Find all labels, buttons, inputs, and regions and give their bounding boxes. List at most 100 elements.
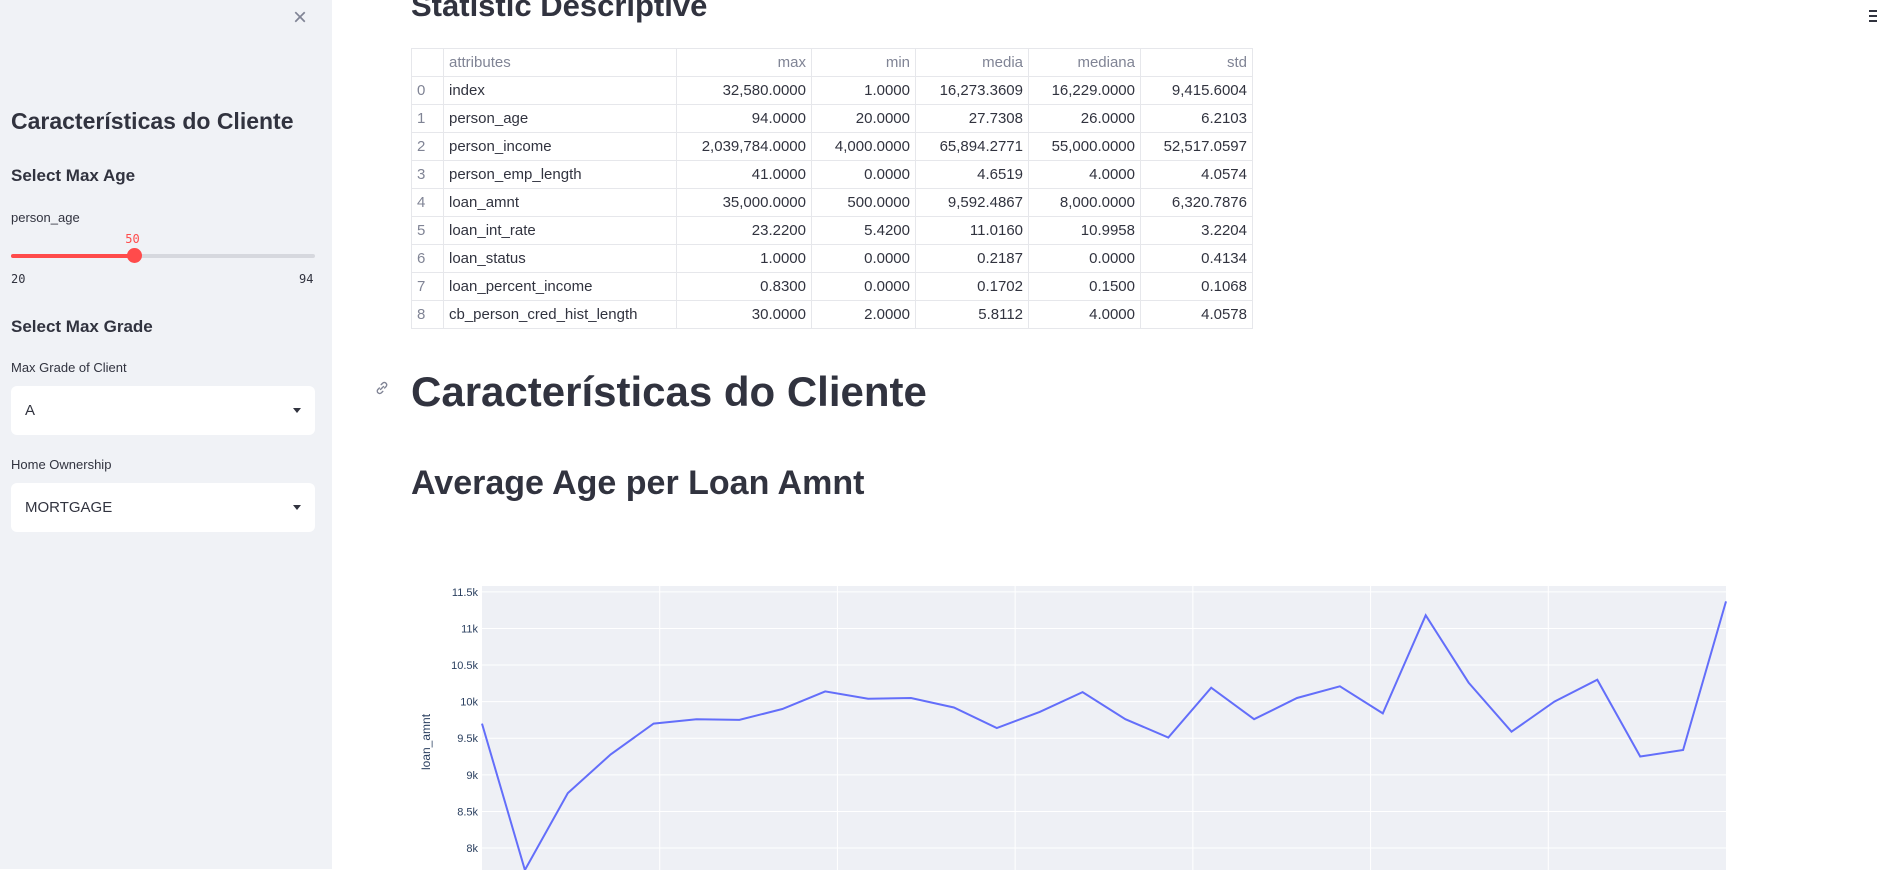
table-cell: 0.4134 xyxy=(1140,244,1253,273)
table-cell: 41.0000 xyxy=(676,160,812,189)
table-cell: 2.0000 xyxy=(811,300,916,329)
close-sidebar-icon[interactable]: × xyxy=(293,6,307,30)
table-cell: 4.0578 xyxy=(1140,300,1253,329)
y-tick-label: 8k xyxy=(466,843,478,855)
table-cell: 0.0000 xyxy=(1028,244,1141,273)
data-point[interactable] xyxy=(779,706,785,712)
data-point[interactable] xyxy=(479,721,485,727)
table-cell: 6.2103 xyxy=(1140,104,1253,133)
table-cell: 1.0000 xyxy=(811,76,916,105)
data-point[interactable] xyxy=(908,695,914,701)
table-cell: 4.0000 xyxy=(1028,160,1141,189)
stats-table: attributes max min media mediana std 0 in… xyxy=(411,48,1253,329)
grade-section-heading: Select Max Grade xyxy=(11,317,153,336)
row-index-cell: 8 xyxy=(411,300,444,329)
age-slider[interactable] xyxy=(11,248,315,263)
data-point[interactable] xyxy=(1466,680,1472,686)
table-cell: 16,273.3609 xyxy=(915,76,1029,105)
data-point[interactable] xyxy=(1680,747,1686,753)
header-media[interactable]: media xyxy=(915,48,1029,77)
table-row: 2 person_income 2,039,784.0000 4,000.0000 65… xyxy=(411,132,1253,161)
chart-heading: Average Age per Loan Amnt xyxy=(411,464,865,502)
home-select-label: Home Ownership xyxy=(11,457,112,472)
age-slider-min: 20 xyxy=(11,272,26,286)
table-cell: 27.7308 xyxy=(915,104,1029,133)
y-tick-label: 9k xyxy=(466,770,478,782)
table-cell: 52,517.0597 xyxy=(1140,132,1253,161)
data-point[interactable] xyxy=(608,751,614,757)
table-cell: 4.0000 xyxy=(1028,300,1141,329)
data-point[interactable] xyxy=(1423,612,1429,618)
table-cell: 94.0000 xyxy=(676,104,812,133)
data-point[interactable] xyxy=(1380,710,1386,716)
hamburger-menu-icon[interactable] xyxy=(1869,10,1877,25)
table-cell: 8,000.0000 xyxy=(1028,188,1141,217)
y-tick-label: 9.5k xyxy=(457,733,478,745)
chevron-down-icon xyxy=(293,408,301,413)
data-point[interactable] xyxy=(1208,685,1214,691)
age-slider-thumb[interactable] xyxy=(127,248,143,263)
data-point[interactable] xyxy=(1337,683,1343,689)
table-cell: loan_percent_income xyxy=(443,272,677,301)
table-cell: 5.4200 xyxy=(811,216,916,245)
table-cell: 3.2204 xyxy=(1140,216,1253,245)
data-point[interactable] xyxy=(865,696,871,702)
table-cell: index xyxy=(443,76,677,105)
data-point[interactable] xyxy=(1080,689,1086,695)
grade-select-value: A xyxy=(25,402,36,419)
data-point[interactable] xyxy=(736,717,742,723)
age-slider-value: 50 xyxy=(125,232,140,246)
y-tick-label: 11.5k xyxy=(452,587,479,599)
y-tick-label: 8.5k xyxy=(457,806,478,818)
table-cell: 0.0000 xyxy=(811,244,916,273)
table-cell: 0.2187 xyxy=(915,244,1029,273)
table-row: 3 person_emp_length 41.0000 0.0000 4.6519 4.0… xyxy=(411,160,1253,189)
y-tick-label: 10k xyxy=(460,697,478,709)
data-point[interactable] xyxy=(951,705,957,711)
data-point[interactable] xyxy=(565,790,571,796)
data-point[interactable] xyxy=(1551,699,1557,705)
row-index-cell: 1 xyxy=(411,104,444,133)
data-point[interactable] xyxy=(1037,709,1043,715)
table-cell: 0.1068 xyxy=(1140,272,1253,301)
table-cell: 20.0000 xyxy=(811,104,916,133)
data-point[interactable] xyxy=(994,725,1000,731)
header-max[interactable]: max xyxy=(676,48,812,77)
table-cell: 5.8112 xyxy=(915,300,1029,329)
data-point[interactable] xyxy=(651,721,657,727)
data-point[interactable] xyxy=(693,716,699,722)
header-min[interactable]: min xyxy=(811,48,916,77)
data-point[interactable] xyxy=(1122,716,1128,722)
table-cell: 10.9958 xyxy=(1028,216,1141,245)
table-cell: 4.0574 xyxy=(1140,160,1253,189)
table-cell: 11.0160 xyxy=(915,216,1029,245)
table-cell: 0.1702 xyxy=(915,272,1029,301)
row-index-cell: 7 xyxy=(411,272,444,301)
data-point[interactable] xyxy=(1165,735,1171,741)
table-cell: person_income xyxy=(443,132,677,161)
table-cell: 35,000.0000 xyxy=(676,188,812,217)
link-icon[interactable] xyxy=(374,380,390,396)
grade-select-label: Max Grade of Client xyxy=(11,360,127,375)
stat-heading: Statistic Descriptive xyxy=(411,0,708,23)
data-point[interactable] xyxy=(1294,695,1300,701)
table-cell: 4,000.0000 xyxy=(811,132,916,161)
table-cell: 30.0000 xyxy=(676,300,812,329)
table-cell: 0.1500 xyxy=(1028,272,1141,301)
data-point[interactable] xyxy=(1637,754,1643,760)
data-point[interactable] xyxy=(1251,716,1257,722)
data-point[interactable] xyxy=(822,688,828,694)
data-point[interactable] xyxy=(1723,598,1729,604)
grade-select[interactable]: A xyxy=(11,386,315,435)
table-cell: 32,580.0000 xyxy=(676,76,812,105)
table-cell: 1.0000 xyxy=(676,244,812,273)
home-ownership-select[interactable]: MORTGAGE xyxy=(11,483,315,532)
header-mediana[interactable]: mediana xyxy=(1028,48,1141,77)
header-attributes[interactable]: attributes xyxy=(443,48,677,77)
data-point[interactable] xyxy=(1594,677,1600,683)
y-tick-label: 10.5k xyxy=(451,660,478,672)
chevron-down-icon xyxy=(293,505,301,510)
table-cell: 0.8300 xyxy=(676,272,812,301)
data-point[interactable] xyxy=(1509,729,1515,735)
header-std[interactable]: std xyxy=(1140,48,1253,77)
